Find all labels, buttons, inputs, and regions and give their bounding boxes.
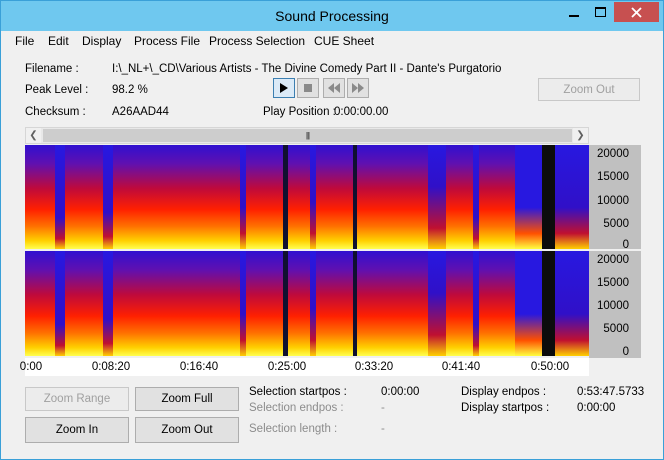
horizontal-scrollbar[interactable]: ❮ ||| ❯	[25, 127, 589, 144]
minimize-button[interactable]	[561, 2, 587, 22]
menu-bar: File Edit Display Process File Process S…	[1, 31, 663, 51]
time-tick-label: 0:41:40	[441, 361, 481, 373]
close-button[interactable]	[614, 2, 659, 22]
menu-process-selection[interactable]: Process Selection	[209, 34, 305, 48]
zoom-out-button[interactable]: Zoom Out	[135, 417, 239, 443]
time-tick-label: 0:50:00	[530, 361, 570, 373]
peak-level-value: 98.2 %	[112, 84, 148, 96]
selection-length-label: Selection length :	[249, 423, 338, 435]
time-tick-label: 0:25:00	[267, 361, 307, 373]
display-endpos-label: Display endpos :	[461, 386, 547, 398]
stop-icon	[304, 84, 312, 92]
filename-value: I:\_NL+\_CD\Various Artists - The Divine…	[112, 63, 502, 75]
spectrogram-channel-1[interactable]	[25, 145, 589, 249]
close-icon	[631, 6, 642, 18]
time-tick-label: 0:33:20	[354, 361, 394, 373]
play-position-label: Play Position :	[263, 106, 336, 118]
scroll-right-icon[interactable]: ❯	[573, 128, 588, 143]
stop-button[interactable]	[297, 78, 319, 98]
freq-tick-label: 0	[622, 239, 629, 251]
time-tick-label: 0:08:20	[91, 361, 131, 373]
spectrogram-channel-2[interactable]	[25, 251, 589, 356]
fast-forward-button[interactable]	[347, 78, 369, 98]
time-tick-label: 0:16:40	[179, 361, 219, 373]
frequency-axis-channel-2: 20000 15000 10000 5000 0	[589, 251, 641, 358]
menu-edit[interactable]: Edit	[48, 34, 69, 48]
selection-endpos-label: Selection endpos :	[249, 402, 344, 414]
maximize-icon	[594, 7, 606, 17]
display-startpos-label: Display startpos :	[461, 402, 550, 414]
zoom-out-top-button[interactable]: Zoom Out	[538, 78, 640, 101]
selection-length-value: -	[381, 423, 385, 435]
peak-level-label: Peak Level :	[25, 84, 89, 96]
frequency-axis-channel-1: 20000 15000 10000 5000 0	[589, 145, 641, 251]
menu-display[interactable]: Display	[82, 34, 121, 48]
freq-tick-label: 10000	[597, 195, 629, 207]
menu-process-file[interactable]: Process File	[134, 34, 200, 48]
zoom-range-button[interactable]: Zoom Range	[25, 387, 129, 411]
time-tick-label: 0:00	[19, 361, 43, 373]
axis-corner	[589, 356, 641, 358]
rewind-icon	[328, 83, 340, 93]
freq-tick-label: 20000	[597, 148, 629, 160]
freq-tick-label: 5000	[603, 323, 629, 335]
play-icon	[280, 83, 288, 93]
play-position-value: 0:00:00.00	[334, 106, 389, 118]
scroll-left-icon[interactable]: ❮	[26, 128, 41, 143]
menu-file[interactable]: File	[15, 34, 34, 48]
sound-processing-window: Sound Processing File Edit Display Proce…	[0, 0, 664, 460]
title-bar: Sound Processing	[1, 1, 663, 31]
checksum-label: Checksum :	[25, 106, 86, 118]
menu-cue-sheet[interactable]: CUE Sheet	[314, 34, 374, 48]
rewind-button[interactable]	[323, 78, 345, 98]
selection-startpos-label: Selection startpos :	[249, 386, 347, 398]
minimize-icon	[569, 15, 579, 17]
freq-tick-label: 20000	[597, 254, 629, 266]
freq-tick-label: 15000	[597, 171, 629, 183]
zoom-in-button[interactable]: Zoom In	[25, 417, 129, 443]
display-endpos-value: 0:53:47.5733	[577, 386, 645, 398]
filename-label: Filename :	[25, 63, 79, 75]
zoom-full-button[interactable]: Zoom Full	[135, 387, 239, 411]
freq-tick-label: 10000	[597, 300, 629, 312]
freq-tick-label: 5000	[603, 218, 629, 230]
checksum-value: A26AAD44	[112, 106, 169, 118]
selection-startpos-value: 0:00:00	[381, 386, 420, 398]
freq-tick-label: 15000	[597, 277, 629, 289]
time-axis: 0:00 0:08:20 0:16:40 0:25:00 0:33:20 0:4…	[20, 358, 589, 376]
fast-forward-icon	[352, 83, 364, 93]
scroll-thumb[interactable]: |||	[43, 129, 572, 142]
display-startpos-value: 0:00:00	[577, 402, 616, 414]
maximize-button[interactable]	[587, 2, 613, 22]
selection-endpos-value: -	[381, 402, 385, 414]
play-button[interactable]	[273, 78, 295, 98]
